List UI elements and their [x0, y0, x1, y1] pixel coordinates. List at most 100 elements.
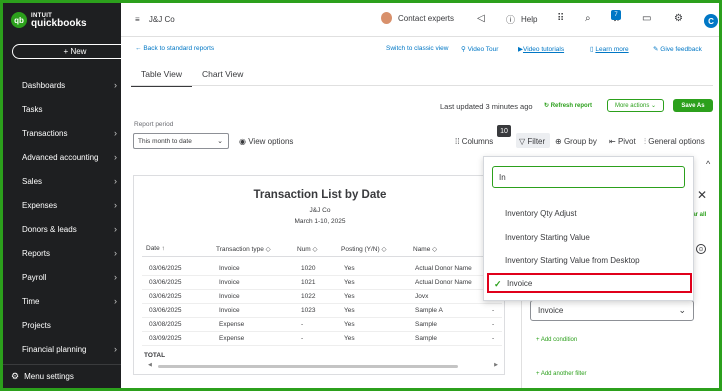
dropdown-option-inventory-starting-value-desktop[interactable]: Inventory Starting Value from Desktop	[484, 250, 693, 270]
sidebar-nav: Dashboards › Tasks Transactions › Advanced…	[3, 73, 121, 361]
save-as-button[interactable]: Save As	[673, 99, 713, 112]
columns-count-badge: 10	[497, 125, 511, 137]
table-total-label: TOTAL	[144, 352, 166, 359]
chevron-right-icon: ›	[114, 200, 117, 210]
sidebar-item-time[interactable]: Time ›	[3, 289, 121, 313]
scrollbar-thumb[interactable]	[158, 365, 458, 368]
info-icon[interactable]: ⊙	[696, 244, 706, 254]
col-num-header[interactable]: Num ◇	[297, 245, 318, 253]
group-by-button[interactable]: ⊕ Group by	[555, 137, 597, 146]
transaction-type-select[interactable]: Invoice ⌄	[530, 300, 694, 321]
table-row[interactable]: 03/06/2025 Invoice 1022 Yes Jovx -	[142, 290, 502, 304]
close-icon[interactable]: ✕	[697, 188, 707, 202]
table-row[interactable]: 03/06/2025 Invoice 1021 Yes Actual Donor…	[142, 276, 502, 290]
eye-icon: ◉	[239, 137, 246, 146]
chevron-up-icon[interactable]: ^	[706, 159, 710, 169]
last-updated-text: Last updated 3 minutes ago	[440, 102, 533, 111]
chevron-right-icon: ›	[114, 248, 117, 258]
contact-experts-button[interactable]: Contact experts	[381, 12, 454, 24]
add-condition-link[interactable]: + Add condition	[536, 337, 577, 343]
clipboard-icon[interactable]: ▭	[642, 13, 651, 24]
help-label[interactable]: Help	[521, 15, 537, 24]
sidebar-item-sales[interactable]: Sales ›	[3, 169, 121, 193]
feedback-icon: ✎	[653, 46, 659, 53]
new-button[interactable]: + New	[12, 44, 138, 59]
chevron-right-icon: ›	[114, 272, 117, 282]
sidebar-item-reports[interactable]: Reports ›	[3, 241, 121, 265]
table-row[interactable]: 03/06/2025 Invoice 1023 Yes Sample A -	[142, 304, 502, 318]
report-company: J&J Co	[309, 207, 331, 214]
chevron-right-icon: ›	[114, 344, 117, 354]
dropdown-option-inventory-qty-adjust[interactable]: Inventory Qty Adjust	[484, 203, 693, 223]
top-bar: ≡ J&J Co Contact experts ◁ ⓘ Help ⠿ ⌕ ♫ …	[121, 3, 719, 37]
megaphone-icon[interactable]: ◁	[477, 13, 485, 24]
user-avatar[interactable]: C	[704, 14, 718, 28]
sidebar-item-payroll[interactable]: Payroll ›	[3, 265, 121, 289]
quickbooks-logo[interactable]: qb INTUIT quickbooks	[11, 12, 87, 29]
chevron-right-icon: ›	[114, 128, 117, 138]
sidebar-item-projects[interactable]: Projects	[3, 313, 121, 337]
learn-more-link[interactable]: ▯ Learn more	[590, 45, 629, 53]
scroll-right-icon[interactable]: ▶	[494, 362, 498, 368]
filter-icon: ▽	[519, 137, 526, 146]
chevron-down-icon: ⌄	[678, 305, 686, 315]
chevron-right-icon: ›	[114, 224, 117, 234]
refresh-icon: ↻	[544, 103, 550, 109]
table-header: Date ↑ Transaction type ◇ Num ◇ Posting …	[142, 243, 502, 257]
sidebar-item-transactions[interactable]: Transactions ›	[3, 121, 121, 145]
filter-button[interactable]: ▽ Filter	[519, 137, 545, 146]
sidebar-item-tasks[interactable]: Tasks	[3, 97, 121, 121]
table-row[interactable]: 03/06/2025 Invoice 1020 Yes Actual Donor…	[142, 262, 502, 276]
report-date-range: March 1-10, 2025	[294, 218, 346, 225]
tab-table-view[interactable]: Table View	[131, 65, 192, 87]
transaction-type-dropdown: In Inventory Qty Adjust Inventory Starti…	[483, 156, 694, 301]
add-another-filter-link[interactable]: + Add another filter	[536, 371, 587, 377]
tab-chart-view[interactable]: Chart View	[192, 65, 253, 87]
chevron-right-icon: ›	[114, 152, 117, 162]
sidebar-item-expenses[interactable]: Expenses ›	[3, 193, 121, 217]
table-row[interactable]: 03/08/2025 Expense - Yes Sample -	[142, 318, 502, 332]
menu-settings-button[interactable]: ⚙ Menu settings	[3, 364, 121, 388]
columns-button[interactable]: ⁞⁞ Columns	[455, 137, 493, 146]
report-period-select[interactable]: This month to date ⌄	[133, 133, 229, 149]
sidebar-item-financial-planning[interactable]: Financial planning ›	[3, 337, 121, 361]
pivot-button[interactable]: ⇤ Pivot	[609, 137, 636, 146]
dropdown-option-invoice[interactable]: ✓ Invoice	[487, 273, 692, 293]
view-options-button[interactable]: ◉ View options	[239, 137, 293, 146]
checkmark-icon: ✓	[494, 279, 502, 289]
video-tour-link[interactable]: ⚲ Video Tour	[461, 45, 498, 53]
report-panel: Transaction List by Date J&J Co March 1-…	[133, 175, 505, 375]
video-tutorials-link[interactable]: ▶Video tutorials	[518, 45, 564, 53]
sliders-icon: ⫶	[644, 137, 646, 146]
more-actions-button[interactable]: More actions ⌄	[607, 99, 664, 112]
gear-icon[interactable]: ⚙	[674, 13, 683, 24]
scroll-left-icon[interactable]: ◀	[148, 362, 152, 368]
horizontal-scrollbar[interactable]: ◀ ▶	[148, 362, 498, 369]
chevron-right-icon: ›	[114, 296, 117, 306]
sidebar-item-advanced-accounting[interactable]: Advanced accounting ›	[3, 145, 121, 169]
help-icon[interactable]: ⓘ	[506, 13, 515, 26]
video-tour-icon: ⚲	[461, 46, 466, 53]
collapse-menu-icon[interactable]: ≡	[135, 15, 140, 24]
refresh-report-link[interactable]: ↻ Refresh report	[544, 102, 592, 109]
chevron-down-icon: ⌄	[217, 138, 223, 145]
col-name-header[interactable]: Name ◇	[413, 245, 437, 253]
general-options-button[interactable]: ⫶ General options	[644, 137, 705, 147]
company-switcher[interactable]: ≡ J&J Co	[135, 15, 175, 24]
app-window: qb INTUIT quickbooks + New Dashboards › T…	[3, 3, 719, 388]
back-to-reports-link[interactable]: ← Back to standard reports	[135, 45, 214, 52]
give-feedback-link[interactable]: ✎ Give feedback	[653, 45, 702, 53]
search-icon[interactable]: ⌕	[585, 13, 591, 24]
col-posting-header[interactable]: Posting (Y/N) ◇	[341, 245, 386, 253]
switch-classic-link[interactable]: Switch to classic view	[386, 45, 449, 52]
gear-icon: ⚙	[11, 371, 20, 381]
col-date-header[interactable]: Date ↑	[146, 245, 165, 252]
dropdown-search-input[interactable]: In	[492, 166, 685, 188]
dropdown-option-inventory-starting-value[interactable]: Inventory Starting Value	[484, 227, 693, 247]
sidebar-item-dashboards[interactable]: Dashboards ›	[3, 73, 121, 97]
table-row[interactable]: 03/09/2025 Expense - Yes Sample -	[142, 332, 502, 346]
col-type-header[interactable]: Transaction type ◇	[216, 245, 271, 253]
apps-grid-icon[interactable]: ⠿	[557, 13, 564, 24]
view-tabs: Table View Chart View	[131, 65, 253, 87]
sidebar-item-donors-leads[interactable]: Donors & leads ›	[3, 217, 121, 241]
